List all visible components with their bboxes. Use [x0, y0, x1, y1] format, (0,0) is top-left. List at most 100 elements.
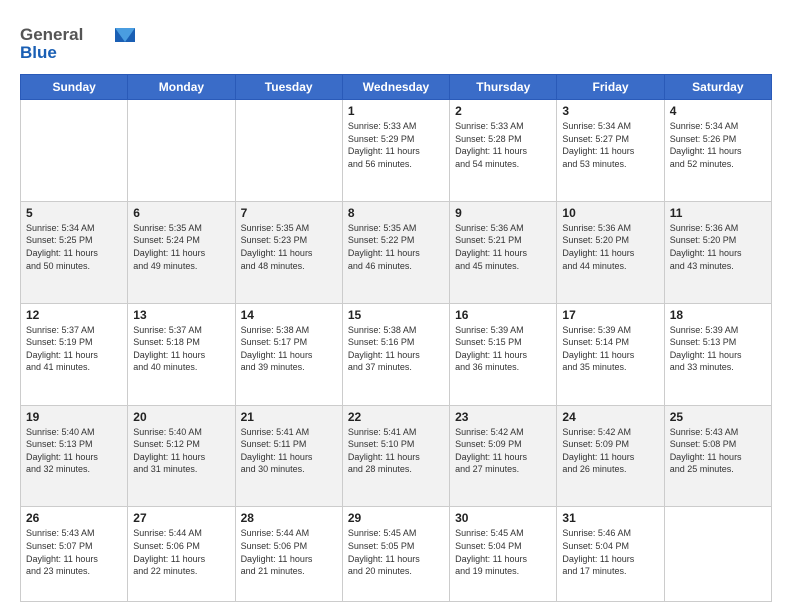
day-number: 18: [670, 308, 766, 322]
day-info: Sunrise: 5:39 AM Sunset: 5:13 PM Dayligh…: [670, 324, 766, 374]
calendar-cell: 29 Sunrise: 5:45 AM Sunset: 5:05 PM Dayli…: [342, 507, 449, 602]
calendar-cell: 17Sunrise: 5:39 AM Sunset: 5:14 PM Dayli…: [557, 303, 664, 405]
calendar-cell: 9Sunrise: 5:36 AM Sunset: 5:21 PM Daylig…: [450, 201, 557, 303]
day-info: Sunrise: 5:33 AM Sunset: 5:28 PM Dayligh…: [455, 120, 551, 170]
logo-svg: General Blue: [20, 20, 140, 64]
day-info: Sunrise: 5:38 AM Sunset: 5:16 PM Dayligh…: [348, 324, 444, 374]
day-number: 28: [241, 511, 337, 525]
calendar-cell: 19 Sunrise: 5:40 AM Sunset: 5:13 PM Dayli…: [21, 405, 128, 507]
day-info: Sunrise: 5:33 AM Sunset: 5:29 PM Dayligh…: [348, 120, 444, 170]
day-info: Sunrise: 5:41 AM Sunset: 5:10 PM Dayligh…: [348, 426, 444, 476]
calendar-cell: 27Sunrise: 5:44 AM Sunset: 5:06 PM Dayli…: [128, 507, 235, 602]
weekday-header-row: SundayMondayTuesdayWednesdayThursdayFrid…: [21, 75, 772, 100]
calendar-cell: 12 Sunrise: 5:37 AM Sunset: 5:19 PM Dayli…: [21, 303, 128, 405]
day-number: 12: [26, 308, 122, 322]
weekday-header-tuesday: Tuesday: [235, 75, 342, 100]
calendar-cell: 21Sunrise: 5:41 AM Sunset: 5:11 PM Dayli…: [235, 405, 342, 507]
day-number: 27: [133, 511, 229, 525]
day-info: Sunrise: 5:39 AM Sunset: 5:15 PM Dayligh…: [455, 324, 551, 374]
calendar-cell: 20 Sunrise: 5:40 AM Sunset: 5:12 PM Dayli…: [128, 405, 235, 507]
calendar-cell: [235, 100, 342, 202]
day-number: 5: [26, 206, 122, 220]
day-info: Sunrise: 5:46 AM Sunset: 5:04 PM Dayligh…: [562, 527, 658, 577]
calendar-cell: 23 Sunrise: 5:42 AM Sunset: 5:09 PM Dayli…: [450, 405, 557, 507]
calendar-cell: 6 Sunrise: 5:35 AM Sunset: 5:24 PM Daylig…: [128, 201, 235, 303]
calendar-cell: 28 Sunrise: 5:44 AM Sunset: 5:06 PM Dayli…: [235, 507, 342, 602]
calendar-table: SundayMondayTuesdayWednesdayThursdayFrid…: [20, 74, 772, 602]
day-number: 13: [133, 308, 229, 322]
day-info: Sunrise: 5:38 AM Sunset: 5:17 PM Dayligh…: [241, 324, 337, 374]
day-number: 2: [455, 104, 551, 118]
day-number: 1: [348, 104, 444, 118]
calendar-cell: [21, 100, 128, 202]
day-info: Sunrise: 5:36 AM Sunset: 5:20 PM Dayligh…: [562, 222, 658, 272]
day-info: Sunrise: 5:41 AM Sunset: 5:11 PM Dayligh…: [241, 426, 337, 476]
day-number: 26: [26, 511, 122, 525]
day-info: Sunrise: 5:36 AM Sunset: 5:21 PM Dayligh…: [455, 222, 551, 272]
calendar-cell: 25 Sunrise: 5:43 AM Sunset: 5:08 PM Dayli…: [664, 405, 771, 507]
calendar-cell: 1 Sunrise: 5:33 AM Sunset: 5:29 PM Daylig…: [342, 100, 449, 202]
day-number: 6: [133, 206, 229, 220]
calendar-cell: 5 Sunrise: 5:34 AM Sunset: 5:25 PM Daylig…: [21, 201, 128, 303]
calendar-cell: 8Sunrise: 5:35 AM Sunset: 5:22 PM Daylig…: [342, 201, 449, 303]
day-number: 25: [670, 410, 766, 424]
day-info: Sunrise: 5:35 AM Sunset: 5:22 PM Dayligh…: [348, 222, 444, 272]
week-row-3: 12 Sunrise: 5:37 AM Sunset: 5:19 PM Dayli…: [21, 303, 772, 405]
calendar-cell: 10 Sunrise: 5:36 AM Sunset: 5:20 PM Dayli…: [557, 201, 664, 303]
calendar-cell: [664, 507, 771, 602]
calendar-cell: 7 Sunrise: 5:35 AM Sunset: 5:23 PM Daylig…: [235, 201, 342, 303]
calendar-cell: 13Sunrise: 5:37 AM Sunset: 5:18 PM Dayli…: [128, 303, 235, 405]
day-number: 3: [562, 104, 658, 118]
calendar-cell: 15Sunrise: 5:38 AM Sunset: 5:16 PM Dayli…: [342, 303, 449, 405]
day-info: Sunrise: 5:34 AM Sunset: 5:25 PM Dayligh…: [26, 222, 122, 272]
day-number: 19: [26, 410, 122, 424]
day-number: 24: [562, 410, 658, 424]
day-info: Sunrise: 5:45 AM Sunset: 5:05 PM Dayligh…: [348, 527, 444, 577]
day-info: Sunrise: 5:35 AM Sunset: 5:23 PM Dayligh…: [241, 222, 337, 272]
header: General Blue: [20, 16, 772, 64]
day-number: 16: [455, 308, 551, 322]
day-number: 29: [348, 511, 444, 525]
calendar-cell: 18 Sunrise: 5:39 AM Sunset: 5:13 PM Dayli…: [664, 303, 771, 405]
day-number: 11: [670, 206, 766, 220]
day-info: Sunrise: 5:35 AM Sunset: 5:24 PM Dayligh…: [133, 222, 229, 272]
calendar-cell: 11 Sunrise: 5:36 AM Sunset: 5:20 PM Dayli…: [664, 201, 771, 303]
calendar-page: General Blue SundayMondayTuesdayWednesda…: [0, 0, 792, 612]
week-row-2: 5 Sunrise: 5:34 AM Sunset: 5:25 PM Daylig…: [21, 201, 772, 303]
weekday-header-sunday: Sunday: [21, 75, 128, 100]
day-number: 4: [670, 104, 766, 118]
day-info: Sunrise: 5:40 AM Sunset: 5:12 PM Dayligh…: [133, 426, 229, 476]
day-info: Sunrise: 5:45 AM Sunset: 5:04 PM Dayligh…: [455, 527, 551, 577]
day-number: 31: [562, 511, 658, 525]
calendar-cell: 16 Sunrise: 5:39 AM Sunset: 5:15 PM Dayli…: [450, 303, 557, 405]
day-info: Sunrise: 5:42 AM Sunset: 5:09 PM Dayligh…: [455, 426, 551, 476]
day-info: Sunrise: 5:44 AM Sunset: 5:06 PM Dayligh…: [241, 527, 337, 577]
day-info: Sunrise: 5:39 AM Sunset: 5:14 PM Dayligh…: [562, 324, 658, 374]
day-number: 10: [562, 206, 658, 220]
day-number: 7: [241, 206, 337, 220]
calendar-cell: 3 Sunrise: 5:34 AM Sunset: 5:27 PM Daylig…: [557, 100, 664, 202]
day-info: Sunrise: 5:42 AM Sunset: 5:09 PM Dayligh…: [562, 426, 658, 476]
calendar-cell: 30Sunrise: 5:45 AM Sunset: 5:04 PM Dayli…: [450, 507, 557, 602]
day-number: 20: [133, 410, 229, 424]
weekday-header-wednesday: Wednesday: [342, 75, 449, 100]
week-row-1: 1 Sunrise: 5:33 AM Sunset: 5:29 PM Daylig…: [21, 100, 772, 202]
calendar-cell: 22 Sunrise: 5:41 AM Sunset: 5:10 PM Dayli…: [342, 405, 449, 507]
weekday-header-friday: Friday: [557, 75, 664, 100]
weekday-header-saturday: Saturday: [664, 75, 771, 100]
day-info: Sunrise: 5:37 AM Sunset: 5:19 PM Dayligh…: [26, 324, 122, 374]
logo-icon: General Blue: [20, 20, 140, 64]
calendar-cell: 24 Sunrise: 5:42 AM Sunset: 5:09 PM Dayli…: [557, 405, 664, 507]
weekday-header-thursday: Thursday: [450, 75, 557, 100]
svg-text:Blue: Blue: [20, 43, 57, 62]
day-info: Sunrise: 5:36 AM Sunset: 5:20 PM Dayligh…: [670, 222, 766, 272]
day-info: Sunrise: 5:40 AM Sunset: 5:13 PM Dayligh…: [26, 426, 122, 476]
day-number: 22: [348, 410, 444, 424]
calendar-cell: 4Sunrise: 5:34 AM Sunset: 5:26 PM Daylig…: [664, 100, 771, 202]
day-number: 23: [455, 410, 551, 424]
day-info: Sunrise: 5:43 AM Sunset: 5:08 PM Dayligh…: [670, 426, 766, 476]
logo: General Blue: [20, 20, 140, 64]
weekday-header-monday: Monday: [128, 75, 235, 100]
day-info: Sunrise: 5:34 AM Sunset: 5:27 PM Dayligh…: [562, 120, 658, 170]
calendar-cell: 14Sunrise: 5:38 AM Sunset: 5:17 PM Dayli…: [235, 303, 342, 405]
